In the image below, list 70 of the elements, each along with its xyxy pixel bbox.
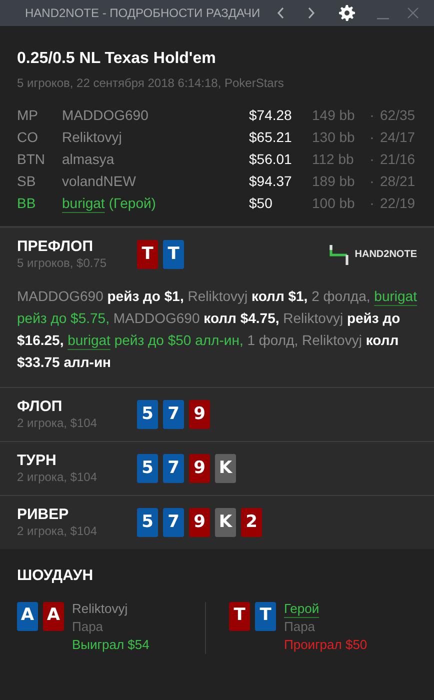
player-name[interactable]: Герой <box>284 600 320 618</box>
showdown-title: ШОУДАУН <box>17 566 94 586</box>
logo-text: HAND2NOTE <box>354 248 417 262</box>
separator-dot: · <box>368 194 376 212</box>
street-name: РИВЕР <box>17 506 70 524</box>
separator-dot: · <box>368 128 376 146</box>
playing-card: T <box>229 602 250 630</box>
position-label: BB <box>17 194 37 212</box>
player-name: volandNEW <box>62 172 136 190</box>
hand-combination: Пара <box>284 618 316 636</box>
player-stats: 28/21 <box>380 172 416 190</box>
position-label: BTN <box>17 150 46 168</box>
window-title: HAND2NOTE - ПОДРОБНОСТИ РАЗДАЧИ <box>25 5 262 22</box>
playing-card: 9 <box>189 400 210 429</box>
stack-amount: $74.28 <box>249 106 293 124</box>
playing-card: 5 <box>137 400 158 429</box>
logo-icon <box>328 244 349 266</box>
result-amount: Проиграл $50 <box>284 636 368 654</box>
playing-card: 9 <box>189 454 210 483</box>
separator-dot: · <box>368 150 376 168</box>
street-info: 2 игрока, $104 <box>17 524 98 539</box>
playing-card: 5 <box>137 454 158 483</box>
player-name: Reliktovyj <box>72 600 128 618</box>
player-name: almasya <box>62 150 114 169</box>
stack-bb: 112 bb <box>312 150 355 168</box>
player-stats: 24/17 <box>380 128 416 146</box>
playing-card: A <box>43 602 64 630</box>
separator-dot: · <box>368 172 376 190</box>
player-name: Reliktovyj <box>62 128 122 147</box>
stack-bb: 100 bb <box>312 194 356 212</box>
street-name: ФЛОП <box>17 398 64 416</box>
player-name: MADDOG690 <box>62 106 148 124</box>
hand-combination: Пара <box>72 618 104 636</box>
stack-amount: $65.21 <box>249 128 293 146</box>
stack-amount: $50 <box>249 194 274 212</box>
playing-card: K <box>215 454 236 483</box>
street-info: 5 игроков, $0.75 <box>17 256 108 271</box>
stack-bb: 189 bb <box>312 172 356 190</box>
position-label: SB <box>17 172 37 190</box>
street-name: ТУРН <box>17 452 58 470</box>
position-label: CO <box>17 128 39 146</box>
street-info: 2 игрока, $104 <box>17 470 98 485</box>
playing-card: A <box>17 602 38 630</box>
hand-subtitle: 5 игроков, 22 сентября 2018 6:14:18, PokerStars <box>17 75 285 92</box>
playing-card: K <box>215 508 236 537</box>
playing-card: 7 <box>163 508 184 537</box>
stack-bb: 149 bb <box>312 106 356 124</box>
playing-card: 5 <box>137 508 158 537</box>
action-log: MADDOG690 рейз до $1, Reliktovyj колл $1, 2 фолда, burigat рейз до $5.75, MADDOG690 колл $4.75, Reliktovyj рейз до $16.25, burigat рейз до $50 алл-ин, 1 фолд, Reliktovyj колл $33.75 алл-ин <box>17 287 417 372</box>
stack-amount: $56.01 <box>249 150 293 168</box>
position-label: MP <box>17 106 39 124</box>
player-stats: 62/35 <box>380 106 416 124</box>
street-name: ПРЕФЛОП <box>17 238 94 256</box>
stack-bb: 130 bb <box>312 128 356 146</box>
playing-card: 7 <box>163 454 184 483</box>
street-info: 2 игрока, $104 <box>17 416 98 431</box>
playing-card: T <box>255 602 276 630</box>
result-amount: Выиграл $54 <box>72 636 150 654</box>
playing-card: T <box>137 240 158 269</box>
hero-tag: (Герой) <box>108 192 156 214</box>
playing-card: 7 <box>163 400 184 429</box>
player-name[interactable]: burigat <box>62 192 105 214</box>
playing-card: T <box>163 240 184 269</box>
stack-amount: $94.37 <box>249 172 293 190</box>
playing-card: 2 <box>241 508 262 537</box>
playing-card: 9 <box>189 508 210 537</box>
player-stats: 22/19 <box>380 194 416 212</box>
hand-title: 0.25/0.5 NL Texas Hold'em <box>17 49 217 69</box>
player-stats: 21/16 <box>380 150 416 168</box>
separator-dot: · <box>368 106 376 124</box>
